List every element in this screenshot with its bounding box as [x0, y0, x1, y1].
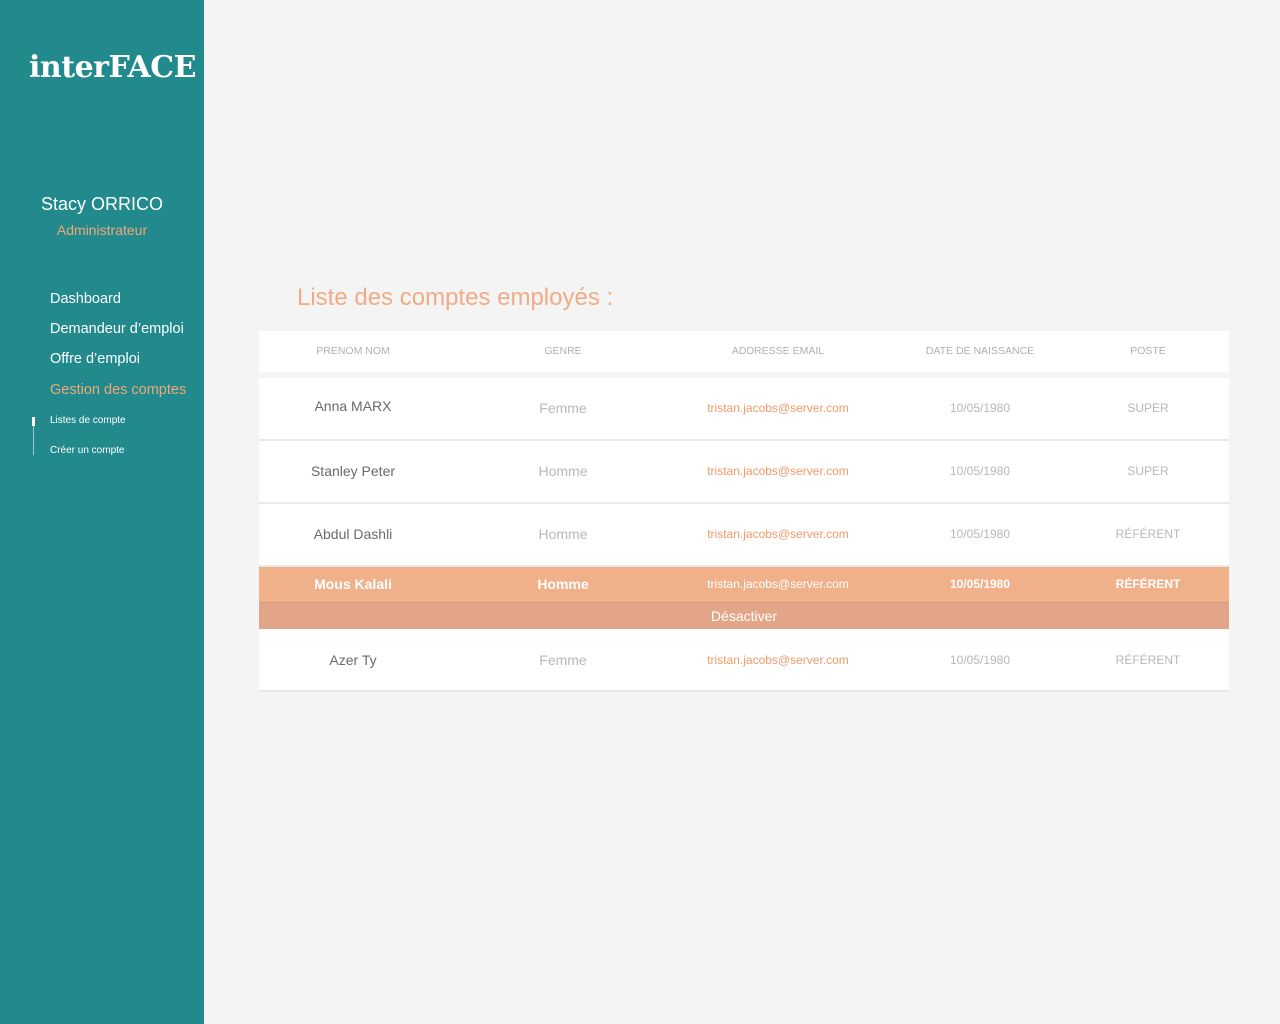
app-window: interFACE Stacy ORRICO Administrateur Da…	[0, 0, 1280, 1024]
column-header-email: ADDRESSE EMAIL	[731, 345, 825, 357]
cell-birthdate: 10/05/1980	[949, 401, 1011, 415]
subnav-item-account-list[interactable]: Listes de compte	[50, 415, 126, 426]
table-row[interactable]: Abdul Dashli Homme tristan.jacobs@server…	[259, 504, 1229, 567]
cell-gender: Homme	[538, 463, 588, 479]
cell-gender: Homme	[537, 576, 589, 592]
table-header: PRENOM NOM GENRE ADDRESSE EMAIL DATE DE …	[259, 331, 1229, 372]
cell-birthdate: 10/05/1980	[949, 464, 1011, 478]
column-header-gender: GENRE	[544, 345, 582, 357]
cell-role: RÉFÉRENT	[1115, 527, 1181, 541]
cell-name: Anna MARX	[314, 398, 392, 414]
column-header-name: PRENOM NOM	[316, 345, 390, 357]
table-row[interactable]: Azer Ty Femme tristan.jacobs@server.com …	[259, 629, 1229, 692]
page-title: Liste des comptes employés :	[297, 284, 614, 311]
cell-email[interactable]: tristan.jacobs@server.com	[678, 527, 878, 541]
app-logo: interFACE	[29, 50, 197, 85]
cell-gender: Femme	[539, 652, 587, 668]
cell-birthdate: 10/05/1980	[949, 577, 1011, 591]
cell-birthdate: 10/05/1980	[949, 527, 1011, 541]
user-name: Stacy ORRICO	[40, 194, 164, 214]
column-header-birthdate: DATE DE NAISSANCE	[925, 345, 1035, 357]
cell-role: RÉFÉRENT	[1115, 653, 1181, 667]
table-row-selected[interactable]: Mous Kalali Homme tristan.jacobs@server.…	[259, 567, 1229, 602]
cell-name: Azer Ty	[329, 652, 377, 668]
cell-birthdate: 10/05/1980	[949, 653, 1011, 667]
cell-name: Abdul Dashli	[313, 526, 393, 542]
nav-item-job-seekers[interactable]: Demandeur d’emploi	[50, 321, 184, 337]
cell-email[interactable]: tristan.jacobs@server.com	[678, 401, 878, 415]
column-header-role: POSTE	[1130, 345, 1166, 357]
nav-item-dashboard[interactable]: Dashboard	[50, 291, 121, 307]
subnav-item-create-account[interactable]: Créer un compte	[50, 445, 124, 456]
cell-email[interactable]: tristan.jacobs@server.com	[678, 653, 878, 667]
cell-gender: Homme	[538, 526, 588, 542]
cell-name: Stanley Peter	[310, 463, 396, 479]
nav-item-account-management[interactable]: Gestion des comptes	[50, 382, 186, 398]
cell-gender: Femme	[539, 400, 587, 416]
cell-email[interactable]: tristan.jacobs@server.com	[678, 577, 878, 591]
cell-role: SUPER	[1127, 401, 1169, 415]
cell-name: Mous Kalali	[314, 576, 392, 592]
nav-item-job-offers[interactable]: Offre d’emploi	[50, 351, 140, 367]
deactivate-button[interactable]: Désactiver	[259, 602, 1229, 629]
subnav-active-marker	[32, 417, 35, 426]
cell-role: RÉFÉRENT	[1115, 577, 1181, 591]
table-row[interactable]: Stanley Peter Homme tristan.jacobs@serve…	[259, 441, 1229, 504]
sidebar: interFACE Stacy ORRICO Administrateur Da…	[0, 0, 204, 1024]
user-role: Administrateur	[56, 222, 148, 238]
table-row[interactable]: Anna MARX Femme tristan.jacobs@server.co…	[259, 378, 1229, 441]
cell-role: SUPER	[1127, 464, 1169, 478]
cell-email[interactable]: tristan.jacobs@server.com	[678, 464, 878, 478]
